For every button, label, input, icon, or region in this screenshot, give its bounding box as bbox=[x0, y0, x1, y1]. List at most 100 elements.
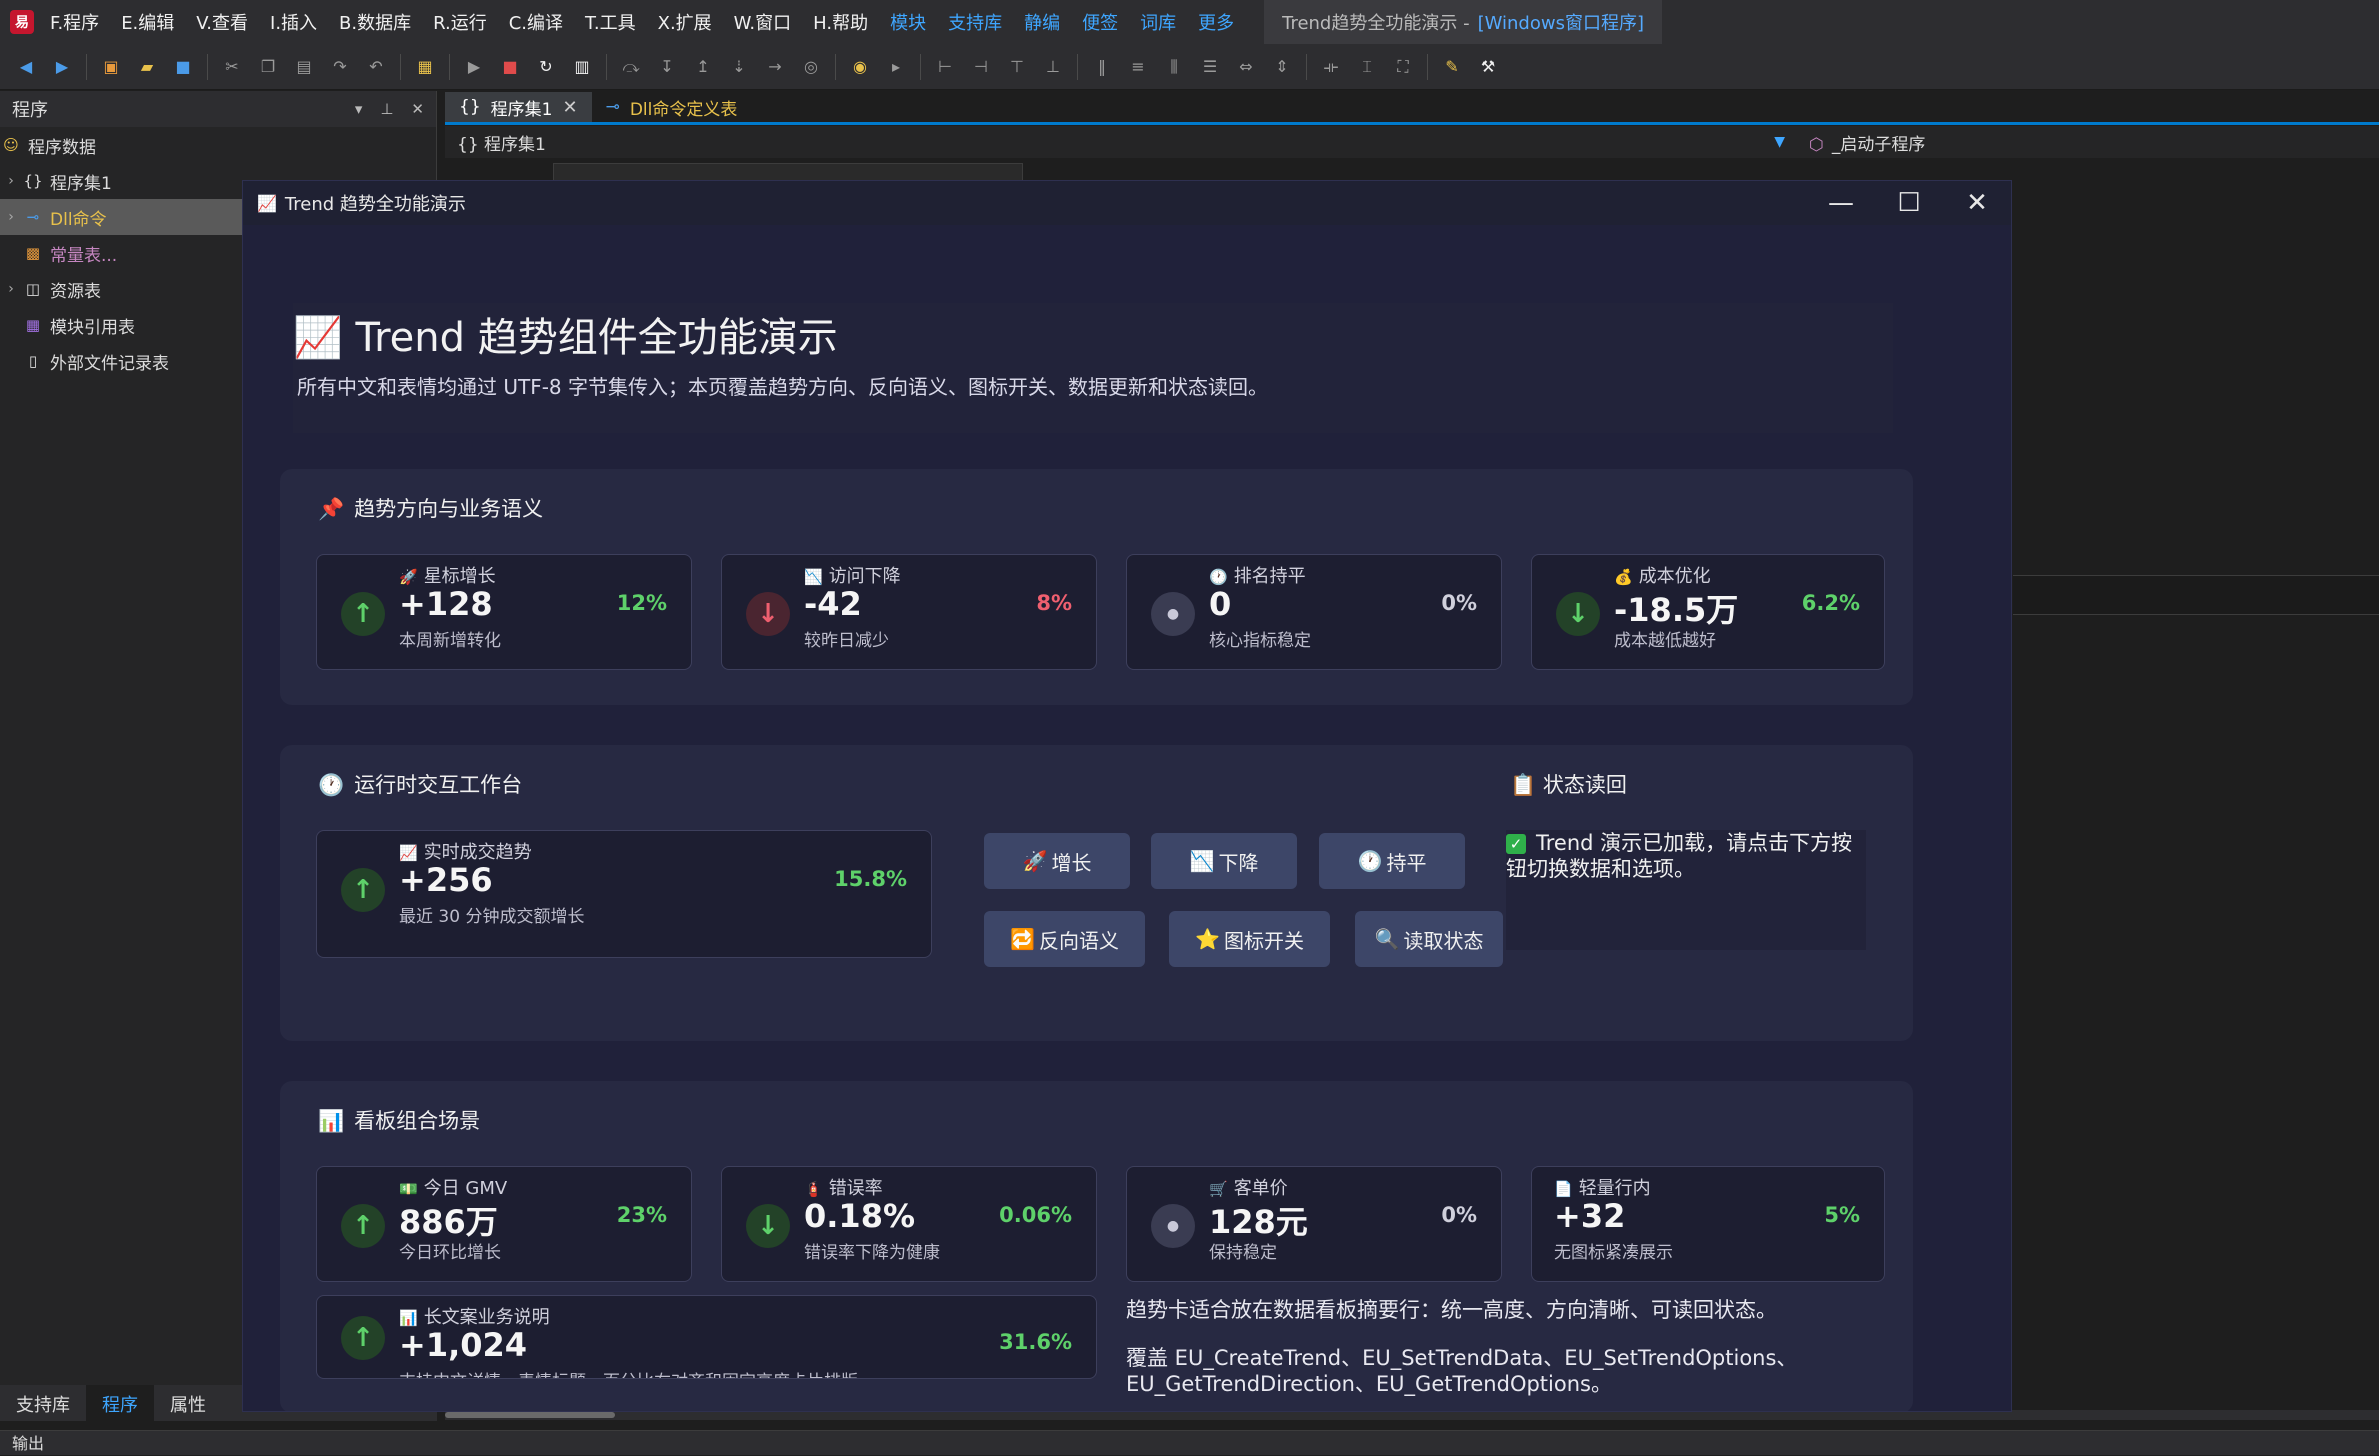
dashboard-note: 趋势卡适合放在数据看板摘要行：统一高度、方向清晰、可读回状态。 bbox=[1126, 1298, 1777, 1322]
tools-icon[interactable]: ⚒ bbox=[1477, 56, 1499, 78]
flat-button[interactable]: 🕐 持平 bbox=[1319, 833, 1465, 889]
trend-card-visits[interactable]: ↓ 📉 访问下降 -42 较昨日减少 8% bbox=[721, 554, 1097, 670]
redo-icon[interactable]: ↷ bbox=[329, 56, 351, 78]
menu-more[interactable]: 更多 bbox=[1198, 9, 1234, 35]
trend-card-inline[interactable]: 📄 轻量行内 +32 无图标紧凑展示 5% bbox=[1531, 1166, 1885, 1282]
run-to-cursor-icon[interactable]: → bbox=[764, 56, 786, 78]
pin-icon[interactable]: ⊥ bbox=[380, 100, 393, 118]
trend-card-order-value[interactable]: ● 🛒 客单价 128元 保持稳定 0% bbox=[1126, 1166, 1502, 1282]
stop-icon[interactable]: ■ bbox=[499, 56, 521, 78]
chevron-down-icon[interactable]: ▾ bbox=[355, 100, 363, 118]
trend-card-long-text[interactable]: ↑ 📊 长文案业务说明 +1,024 支持中文详情、表情标题、百分比右对齐和固定高… bbox=[316, 1295, 1097, 1379]
trend-card-cost[interactable]: ↓ 💰 成本优化 -18.5万 成本越低越好 6.2% bbox=[1531, 554, 1885, 670]
menu-support-lib[interactable]: 支持库 bbox=[948, 9, 1002, 35]
center-h-icon[interactable]: ‖ bbox=[1091, 56, 1113, 78]
trend-card-stars[interactable]: ↑ 🚀 星标增长 +128 本周新增转化 12% bbox=[316, 554, 692, 670]
tab-program[interactable]: 程序 bbox=[86, 1385, 154, 1421]
menu-extensions[interactable]: X.扩展 bbox=[658, 9, 712, 35]
menu-modules[interactable]: 模块 bbox=[890, 9, 926, 35]
open-folder-icon[interactable]: ▰ bbox=[136, 56, 158, 78]
breakpoint-icon[interactable]: ◎ bbox=[800, 56, 822, 78]
menu-edit[interactable]: E.编辑 bbox=[121, 9, 174, 35]
project-icon[interactable]: ▦ bbox=[414, 56, 436, 78]
scrollbar-thumb[interactable] bbox=[445, 1412, 615, 1418]
restart-icon[interactable]: ↻ bbox=[535, 56, 557, 78]
menu-run[interactable]: R.运行 bbox=[433, 9, 487, 35]
maximize-icon[interactable]: ☐ bbox=[1875, 181, 1943, 225]
decline-button[interactable]: 📉 下降 bbox=[1151, 833, 1297, 889]
spacing-icon[interactable]: ⟛ bbox=[1320, 56, 1342, 78]
save-icon[interactable]: ■ bbox=[172, 56, 194, 78]
paste-icon[interactable]: ▤ bbox=[293, 56, 315, 78]
menu-view[interactable]: V.查看 bbox=[196, 9, 248, 35]
menu-program[interactable]: F.程序 bbox=[50, 9, 99, 35]
chevron-right-icon[interactable]: › bbox=[0, 281, 22, 297]
pane-controls: ▾ ⊥ ✕ bbox=[355, 100, 424, 118]
back-icon[interactable]: ◀ bbox=[15, 56, 37, 78]
menu-compile[interactable]: C.编译 bbox=[509, 9, 563, 35]
file-icon: ▯ bbox=[28, 352, 38, 370]
window-titlebar[interactable]: 📈 Trend 趋势全功能演示 bbox=[243, 181, 2011, 225]
menu-help[interactable]: H.帮助 bbox=[813, 9, 868, 35]
tree-item-program-data[interactable]: ☺ 程序数据 bbox=[0, 127, 436, 163]
tab-order-icon[interactable]: ⌶ bbox=[1356, 56, 1378, 78]
align-bottom-icon[interactable]: ⊥ bbox=[1042, 56, 1064, 78]
run-icon[interactable]: ▶ bbox=[463, 56, 485, 78]
chevron-right-icon[interactable]: › bbox=[0, 209, 22, 225]
magic-wand-icon[interactable]: ✎ bbox=[1441, 56, 1463, 78]
menu-window[interactable]: W.窗口 bbox=[734, 9, 791, 35]
same-width-icon[interactable]: ⇔ bbox=[1235, 56, 1257, 78]
close-icon[interactable]: ✕ bbox=[411, 100, 424, 118]
menu-database[interactable]: B.数据库 bbox=[339, 9, 411, 35]
align-right-icon[interactable]: ⊣ bbox=[970, 56, 992, 78]
undo-icon[interactable]: ↶ bbox=[365, 56, 387, 78]
cut-icon[interactable]: ✂ bbox=[221, 56, 243, 78]
trend-card-ranking[interactable]: ● 🕐 排名持平 0 核心指标稳定 0% bbox=[1126, 554, 1502, 670]
align-left-icon[interactable]: ⊢ bbox=[934, 56, 956, 78]
read-status-button[interactable]: 🔍 读取状态 bbox=[1355, 911, 1503, 967]
method-dropdown[interactable]: ⬡ _启动子程序 bbox=[1795, 130, 1925, 155]
copy-icon[interactable]: ❐ bbox=[257, 56, 279, 78]
menu-tools[interactable]: T.工具 bbox=[585, 9, 636, 35]
icon-toggle-button[interactable]: ⭐ 图标开关 bbox=[1169, 911, 1330, 967]
menu-static[interactable]: 静编 bbox=[1024, 9, 1060, 35]
center-v-icon[interactable]: ≡ bbox=[1127, 56, 1149, 78]
fullscreen-icon[interactable]: ⛶ bbox=[1392, 56, 1414, 78]
step-into-icon[interactable]: ↧ bbox=[656, 56, 678, 78]
class-dropdown[interactable]: {} 程序集1 ▼ bbox=[445, 130, 1795, 155]
trend-card-error-rate[interactable]: ↓ 🧯 错误率 0.18% 错误率下降为健康 0.06% bbox=[721, 1166, 1097, 1282]
close-icon[interactable]: ✕ bbox=[562, 97, 577, 118]
tree-item-label: 程序集1 bbox=[50, 173, 112, 194]
step-out-icon[interactable]: ↥ bbox=[692, 56, 714, 78]
tab-assembly[interactable]: {} 程序集1 ✕ bbox=[445, 92, 592, 122]
trend-card-realtime[interactable]: ↑ 📈 实时成交趋势 +256 最近 30 分钟成交额增长 15.8% bbox=[316, 830, 932, 958]
forward-icon[interactable]: ▶ bbox=[51, 56, 73, 78]
app-logo-icon[interactable]: 易 bbox=[10, 10, 34, 34]
output-panel-header[interactable]: 输出 bbox=[0, 1430, 2379, 1455]
align-top-icon[interactable]: ⊤ bbox=[1006, 56, 1028, 78]
menu-thesaurus[interactable]: 词库 bbox=[1140, 9, 1176, 35]
trend-card-gmv[interactable]: ↑ 💵 今日 GMV 886万 今日环比增长 23% bbox=[316, 1166, 692, 1282]
tab-properties[interactable]: 属性 bbox=[154, 1385, 222, 1421]
grow-button[interactable]: 🚀 增长 bbox=[984, 833, 1130, 889]
minimize-icon[interactable]: — bbox=[1807, 181, 1875, 225]
menu-insert[interactable]: I.插入 bbox=[270, 9, 317, 35]
card-caption-text: 今日 GMV bbox=[423, 1178, 508, 1199]
step-over-icon[interactable]: ⤼ bbox=[620, 56, 642, 78]
bookmark-icon[interactable]: ▸ bbox=[885, 56, 907, 78]
step-line-icon[interactable]: ⇣ bbox=[728, 56, 750, 78]
menu-notes[interactable]: 便签 bbox=[1082, 9, 1118, 35]
chevron-down-icon[interactable]: ▼ bbox=[1774, 134, 1785, 150]
distribute-h-icon[interactable]: ⫼ bbox=[1163, 56, 1185, 78]
build-icon[interactable]: ▥ bbox=[571, 56, 593, 78]
close-icon[interactable]: ✕ bbox=[1943, 181, 2011, 225]
tab-dll-definition[interactable]: ⊸ Dll命令定义表 bbox=[592, 92, 752, 122]
tab-support-lib[interactable]: 支持库 bbox=[0, 1385, 86, 1421]
chevron-right-icon[interactable]: › bbox=[0, 173, 22, 189]
distribute-v-icon[interactable]: ☰ bbox=[1199, 56, 1221, 78]
button-label: 增长 bbox=[1051, 850, 1092, 875]
reverse-semantics-button[interactable]: 🔁 反向语义 bbox=[984, 911, 1145, 967]
lightbulb-icon[interactable]: ◉ bbox=[849, 56, 871, 78]
new-file-icon[interactable]: ▣ bbox=[100, 56, 122, 78]
same-height-icon[interactable]: ⇕ bbox=[1271, 56, 1293, 78]
